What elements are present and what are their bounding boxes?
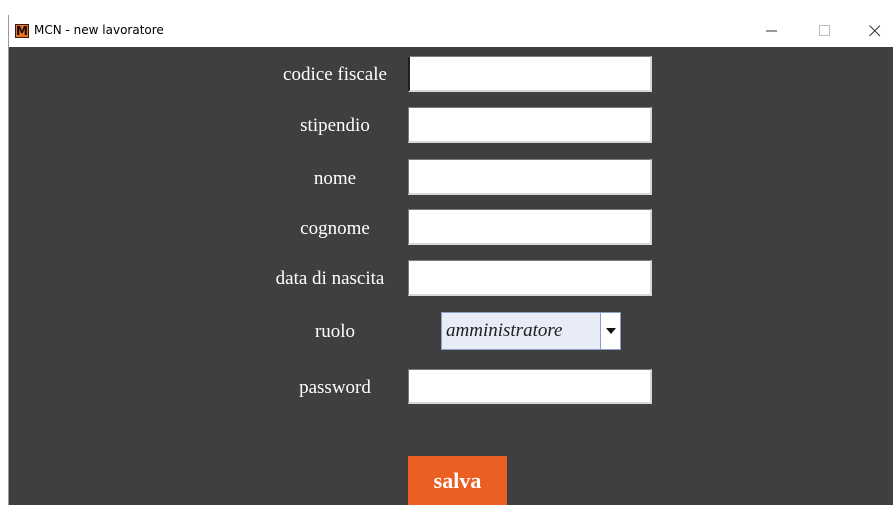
app-logo-icon: M [15,24,29,38]
stipendio-input[interactable] [408,107,652,143]
window-title: MCN - new lavoratore [34,23,164,37]
maximize-button[interactable] [802,15,848,47]
password-label: password [299,377,371,398]
cognome-input[interactable] [408,209,652,245]
stipendio-label: stipendio [300,115,370,136]
nome-input[interactable] [408,159,652,195]
save-button[interactable]: salva [408,456,507,505]
codice-fiscale-input[interactable] [408,56,652,92]
ruolo-dropdown-button[interactable] [600,313,620,349]
cognome-label: cognome [300,218,370,239]
title-bar[interactable]: M MCN - new lavoratore [9,15,893,47]
close-icon [869,25,881,37]
minimize-icon [766,30,777,32]
caret-down-icon [606,328,616,334]
data-di-nascita-input[interactable] [408,260,652,296]
ruolo-selected-value: amministratore [446,320,563,341]
maximize-icon [819,25,830,36]
password-input[interactable] [408,369,652,404]
codice-fiscale-label: codice fiscale [283,64,387,85]
ruolo-select[interactable]: amministratore [441,312,621,350]
nome-label: nome [313,168,357,189]
ruolo-label: ruolo [314,321,356,342]
close-button[interactable] [852,15,893,47]
minimize-button[interactable] [749,15,795,47]
data-di-nascita-label: data di nascita [275,268,385,289]
app-window: M MCN - new lavoratore codice fiscale st… [8,15,893,505]
